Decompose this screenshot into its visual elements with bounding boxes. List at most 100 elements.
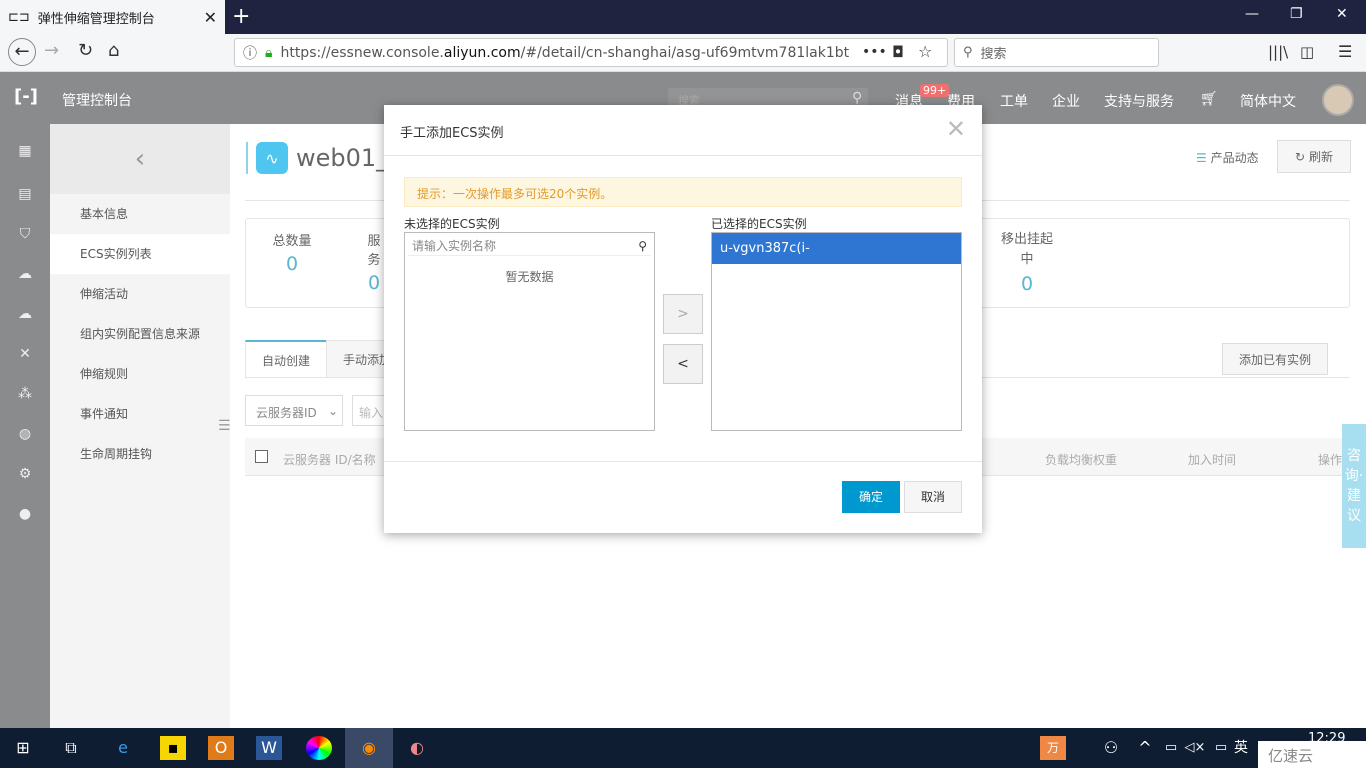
- move-right-button[interactable]: >: [663, 294, 703, 334]
- browser-search-input[interactable]: ⚲ 搜索: [954, 38, 1159, 67]
- sidebar-item-config-source[interactable]: 组内实例配置信息来源: [50, 314, 230, 354]
- refresh-icon: ↻: [1295, 150, 1306, 164]
- search-icon[interactable]: ⚲: [852, 90, 862, 106]
- tray-expand-icon[interactable]: ^: [1132, 736, 1158, 760]
- browser-tab[interactable]: ⊏⊐ 弹性伸缩管理控制台 ✕: [0, 0, 225, 34]
- message-count-badge: 99+: [920, 84, 950, 97]
- cart-icon[interactable]: 🛒︎: [1200, 91, 1218, 107]
- select-all-checkbox[interactable]: [255, 450, 268, 463]
- nav-language[interactable]: 简体中文: [1240, 91, 1296, 111]
- menu-icon[interactable]: ☰: [1338, 42, 1352, 61]
- grid-icon[interactable]: ▦: [17, 144, 33, 158]
- page-title: ∿ web01_l: [246, 142, 395, 174]
- sidebar-icon[interactable]: ◫: [1300, 43, 1314, 61]
- move-left-button[interactable]: <: [663, 344, 703, 384]
- add-existing-instance-button[interactable]: 添加已有实例: [1222, 343, 1328, 375]
- aliyun-logo[interactable]: [-]: [14, 86, 38, 107]
- avatar[interactable]: [1322, 84, 1354, 116]
- collapse-back-icon[interactable]: ‹: [50, 124, 230, 194]
- globe-icon[interactable]: ◍: [17, 427, 33, 441]
- battery-icon[interactable]: ▭: [1158, 736, 1184, 760]
- mute-icon[interactable]: ◁×: [1182, 736, 1208, 760]
- close-window-button[interactable]: ✕: [1336, 6, 1348, 22]
- firefox-taskbar-button[interactable]: ◉: [345, 728, 393, 768]
- sidebar-item-ecs-list[interactable]: ECS实例列表: [50, 234, 230, 274]
- cloud-upload-icon[interactable]: ☁: [17, 307, 33, 321]
- list-icon: ☰: [1196, 151, 1207, 165]
- browser-tab-bar: ⊏⊐ 弹性伸缩管理控制台 ✕ + — ❐ ✕: [0, 0, 1366, 34]
- address-bar[interactable]: ⓘ 🔒︎ https://essnew.console.aliyun.com/#/d…: [234, 38, 948, 67]
- ime-indicator[interactable]: 英: [1228, 736, 1254, 760]
- stat-service: 服务 0: [367, 234, 381, 294]
- chevron-down-icon: ⌄: [327, 404, 338, 418]
- reload-button[interactable]: ↻: [78, 40, 93, 61]
- instance-filter-input[interactable]: 请输入实例名称 ⚲: [408, 236, 651, 256]
- sidebar-item-event-notify[interactable]: 事件通知: [50, 394, 230, 434]
- cloud-icon[interactable]: ☁: [17, 267, 33, 281]
- nav-enterprise[interactable]: 企业: [1052, 91, 1080, 111]
- word-icon[interactable]: W: [256, 736, 282, 760]
- unselected-list: 请输入实例名称 ⚲ 暂无数据: [404, 232, 655, 431]
- tip-banner: 提示：一次操作最多可选20个实例。: [404, 177, 962, 207]
- column-join-time: 加入时间: [1188, 453, 1237, 467]
- cancel-button[interactable]: 取消: [904, 481, 962, 513]
- library-icon[interactable]: |||\: [1268, 43, 1288, 61]
- gear-icon[interactable]: ⚙: [17, 467, 33, 481]
- filter-select[interactable]: 云服务器ID ⌄: [245, 395, 343, 426]
- ess-logo-icon: ∿: [256, 142, 288, 174]
- nav-tickets[interactable]: 工单: [1000, 91, 1028, 111]
- stat-removing: 移出挂起中 0: [1000, 232, 1053, 295]
- windows-start-icon[interactable]: ⊞: [10, 736, 36, 760]
- confirm-button[interactable]: 确定: [842, 481, 900, 513]
- outlook-icon[interactable]: O: [208, 736, 234, 760]
- people-icon[interactable]: ⚇: [1098, 736, 1124, 760]
- tab-title: 弹性伸缩管理控制台: [37, 11, 155, 27]
- shield-icon[interactable]: ⛉: [17, 227, 33, 241]
- forward-button[interactable]: →: [44, 40, 59, 61]
- stat-total: 总数量 0: [272, 234, 312, 275]
- tab-auto-created[interactable]: 自动创建: [245, 340, 328, 378]
- selected-list: u-vgvn387c(i-uf61vdyh3l6xrcr70a2x): [711, 232, 962, 431]
- tray-app-icon[interactable]: 万: [1040, 736, 1066, 760]
- product-news-link[interactable]: ☰ 产品动态: [1196, 149, 1259, 166]
- cluster-icon[interactable]: ⁂: [17, 387, 33, 401]
- bookmark-star-icon[interactable]: ☆: [918, 42, 932, 61]
- column-id: 云服务器 ID/名称: [283, 453, 376, 467]
- server-icon[interactable]: ▤: [17, 187, 33, 201]
- column-weight: 负载均衡权重: [1045, 453, 1118, 467]
- watermark-logo: 亿速云: [1258, 741, 1366, 768]
- refresh-button[interactable]: ↻ 刷新: [1277, 140, 1351, 173]
- back-button[interactable]: ←: [8, 38, 36, 66]
- paint-app-icon[interactable]: ◐: [404, 736, 430, 760]
- sidebar-item-basic-info[interactable]: 基本信息: [50, 194, 230, 234]
- close-tab-icon[interactable]: ✕: [204, 8, 217, 27]
- consult-feedback-button[interactable]: 咨询·建议: [1342, 424, 1366, 548]
- taskbar: ⊞ ⧉ e ▪ O W ◉ ◐ 万 ⚇ ^ ▭ ◁× ▭ 英 12:29: [0, 728, 1366, 768]
- selected-label: 已选择的ECS实例: [711, 217, 807, 231]
- info-icon: ⓘ: [243, 45, 257, 62]
- ie-icon[interactable]: e: [110, 736, 136, 760]
- browser-nav-bar: ← → ↻ ⌂ ⓘ 🔒︎ https://essnew.console.aliyun…: [0, 34, 1366, 72]
- maximize-button[interactable]: ❐: [1290, 6, 1303, 22]
- home-button[interactable]: ⌂: [108, 40, 119, 61]
- circle-icon[interactable]: ●: [17, 507, 33, 521]
- toggle-nav-icon[interactable]: ☰: [218, 418, 231, 434]
- color-app-icon[interactable]: [306, 736, 332, 760]
- sidebar-item-scaling-activity[interactable]: 伸缩活动: [50, 274, 230, 314]
- new-tab-button[interactable]: +: [232, 4, 250, 29]
- list-item[interactable]: u-vgvn387c(i-uf61vdyh3l6xrcr70a2x): [712, 233, 961, 287]
- pocket-icon[interactable]: ◘: [892, 43, 904, 61]
- sticky-notes-icon[interactable]: ▪: [160, 736, 186, 760]
- more-icon[interactable]: •••: [862, 44, 887, 60]
- side-nav: ‹ 基本信息 ECS实例列表 伸缩活动 组内实例配置信息来源 伸缩规则 事件通知…: [50, 124, 230, 728]
- close-icon[interactable]: ✕: [946, 115, 966, 143]
- favicon-icon: ⊏⊐: [8, 9, 30, 25]
- nav-support[interactable]: 支持与服务: [1104, 91, 1174, 111]
- sidebar-item-scaling-rules[interactable]: 伸缩规则: [50, 354, 230, 394]
- search-icon: ⚲: [638, 238, 647, 253]
- cross-icon[interactable]: ✕: [17, 347, 33, 361]
- minimize-button[interactable]: —: [1245, 6, 1259, 22]
- sidebar-item-lifecycle-hooks[interactable]: 生命周期挂钩: [50, 434, 230, 474]
- console-title[interactable]: 管理控制台: [62, 90, 132, 110]
- task-view-icon[interactable]: ⧉: [58, 736, 84, 760]
